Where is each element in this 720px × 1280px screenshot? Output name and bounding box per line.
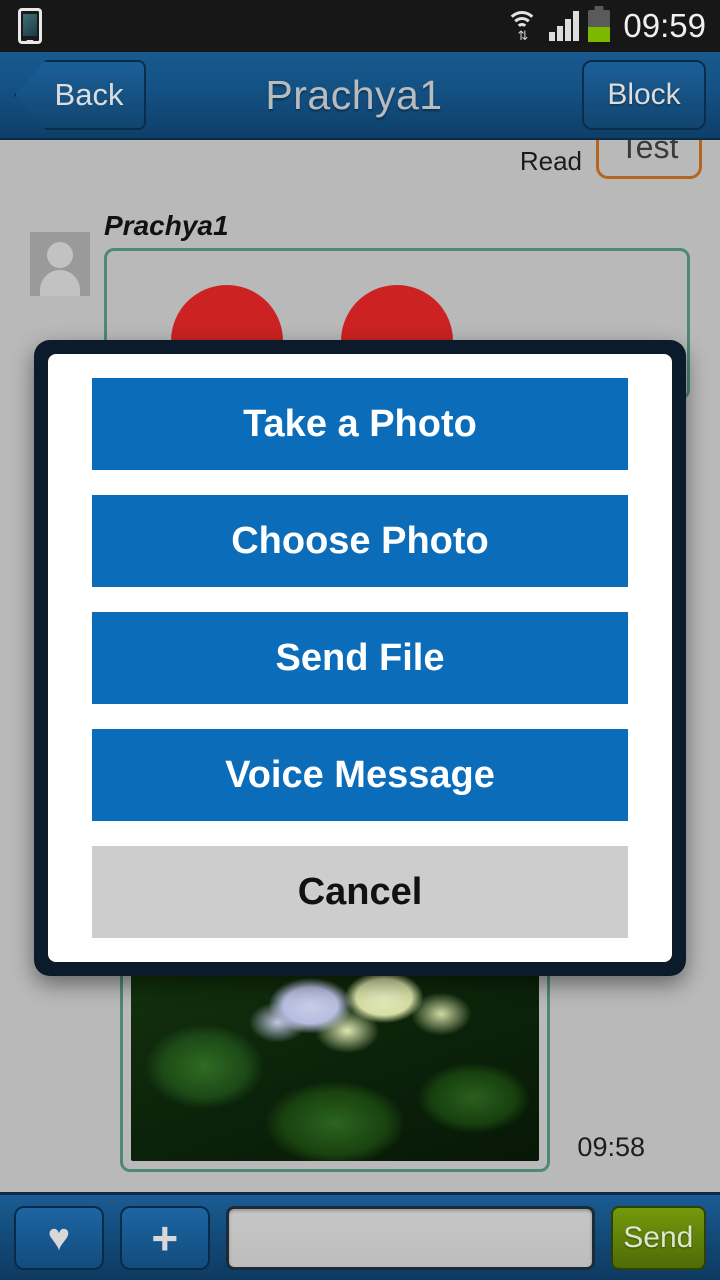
heart-icon: ♥ [47,1216,71,1259]
message-timestamp: 09:58 [577,1132,645,1162]
compose-toolbar: ♥ + Send [0,1192,720,1280]
send-button[interactable]: Send [610,1205,706,1270]
choose-photo-button[interactable]: Choose Photo [92,495,628,587]
signal-icon [549,11,580,41]
send-file-button[interactable]: Send File [92,612,628,704]
status-left [0,8,60,44]
status-right: ⇅ 09:59 [504,7,720,45]
voice-message-button[interactable]: Voice Message [92,729,628,821]
dialog-body: Take a Photo Choose Photo Send File Voic… [48,354,672,962]
read-status-label: Read [519,146,582,176]
app-header: Back Prachya1 Block [0,52,720,140]
back-button[interactable]: Back [14,60,146,130]
avatar[interactable] [30,232,90,296]
attachment-options-dialog: Take a Photo Choose Photo Send File Voic… [34,340,686,976]
battery-icon [588,10,611,42]
status-bar: ⇅ 09:59 [0,0,720,52]
wifi-updown-icon: ⇅ [517,28,528,43]
avatar-head-icon [47,242,73,268]
page-title: Prachya1 [265,71,443,118]
phone-icon [18,8,42,44]
take-a-photo-button[interactable]: Take a Photo [92,378,628,470]
block-button[interactable]: Block [582,60,706,130]
outgoing-message-bubble[interactable]: Test [596,140,702,179]
attach-button[interactable]: + [119,1205,210,1270]
wifi-icon: ⇅ [504,8,540,44]
cancel-button[interactable]: Cancel [92,846,628,938]
status-clock: 09:59 [623,7,706,44]
favorite-button[interactable]: ♥ [14,1205,104,1270]
plus-icon: + [151,1211,179,1264]
message-input[interactable] [225,1205,595,1270]
sender-name: Prachya1 [104,210,229,241]
outgoing-message-row: Read Test [0,140,720,179]
avatar-body-icon [40,270,80,296]
photo-attachment[interactable] [131,951,539,1161]
